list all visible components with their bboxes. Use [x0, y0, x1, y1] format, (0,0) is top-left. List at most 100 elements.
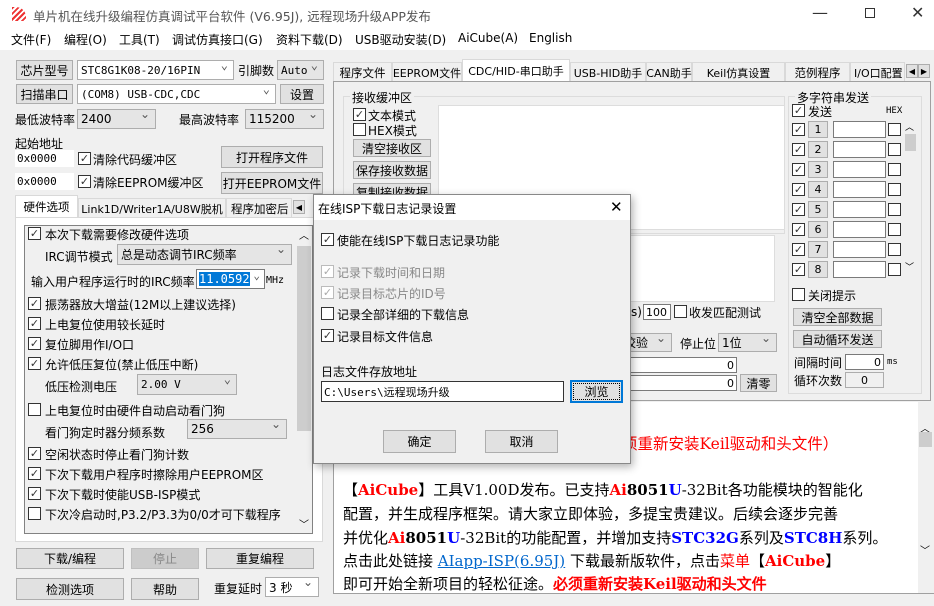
dialog-close-icon[interactable]: ✕ [610, 198, 623, 216]
send-row-button[interactable]: 3 [808, 161, 828, 178]
scan-port-button[interactable]: 扫描串口 [16, 84, 73, 104]
send-row-input[interactable] [833, 261, 886, 278]
chip-select[interactable]: STC8G1K08-20/16PIN [77, 60, 234, 80]
max-baud-select[interactable]: 115200 [245, 109, 324, 129]
tab-scroll-right-icon[interactable]: ▶ [918, 64, 930, 78]
send-row-input[interactable] [833, 221, 886, 238]
send-row-checkbox[interactable]: ✓ [792, 243, 805, 256]
pins-select[interactable]: Auto [277, 60, 324, 80]
send-row-input[interactable] [833, 141, 886, 158]
send-row-input[interactable] [833, 121, 886, 138]
tab-eeprom-file[interactable]: EEPROM文件 [392, 62, 462, 82]
scroll-up-icon[interactable]: ︿ [905, 120, 914, 133]
auto-loop-button[interactable]: 自动循环发送 [793, 330, 882, 348]
send-textarea[interactable] [620, 235, 775, 302]
idle-wdt-checkbox[interactable]: ✓ [28, 447, 41, 460]
tab-scroll-left-icon[interactable]: ◀ [293, 200, 305, 214]
stopbit-select[interactable]: 1位 [718, 333, 777, 352]
lvr-checkbox[interactable]: ✓ [28, 357, 41, 370]
send-row-hex-checkbox[interactable] [888, 263, 901, 276]
send-rows-scrollbar[interactable]: ︿ ﹀ [904, 120, 917, 278]
send-row-input[interactable] [833, 241, 886, 258]
tab-cdc-serial[interactable]: CDC/HID-串口助手 [462, 59, 570, 82]
lvd-select[interactable]: 2.00 V [137, 374, 237, 395]
options-scrollbar[interactable]: ︿ ﹀ [296, 226, 312, 533]
send-row-button[interactable]: 5 [808, 201, 828, 218]
usb-isp-checkbox[interactable]: ✓ [28, 487, 41, 500]
cancel-button[interactable]: 取消 [485, 430, 558, 453]
close-tip-checkbox[interactable] [792, 288, 805, 301]
enable-log-checkbox[interactable]: ✓ [321, 233, 334, 246]
text-mode-checkbox[interactable]: ✓ [353, 108, 366, 121]
send-row-button[interactable]: 8 [808, 261, 828, 278]
open-eeprom-button[interactable]: 打开EEPROM文件 [221, 172, 323, 194]
settings-button[interactable]: 设置 [280, 84, 324, 104]
close-icon[interactable]: ✕ [911, 3, 924, 22]
menu-english[interactable]: English [529, 31, 572, 45]
menu-downloads[interactable]: 资料下载(D) [276, 31, 343, 48]
clear-code-checkbox[interactable]: ✓ [78, 152, 91, 165]
help-button[interactable]: 帮助 [131, 578, 199, 600]
check-options-button[interactable]: 检测选项 [16, 578, 124, 600]
chip-model-button[interactable]: 芯片型号 [16, 60, 73, 80]
send-row-hex-checkbox[interactable] [888, 203, 901, 216]
hex-mode-checkbox[interactable] [353, 123, 366, 136]
send-row-button[interactable]: 6 [808, 221, 828, 238]
send-row-button[interactable]: 1 [808, 121, 828, 138]
port-select[interactable]: (COM8) USB-CDC,CDC [77, 84, 276, 104]
interval-input[interactable]: 100 [643, 304, 671, 320]
reset-io-checkbox[interactable]: ✓ [28, 337, 41, 350]
send-row-checkbox[interactable]: ✓ [792, 143, 805, 156]
gap-input[interactable]: 0 [845, 354, 884, 370]
send-row-hex-checkbox[interactable] [888, 183, 901, 196]
tab-program-file[interactable]: 程序文件 [333, 62, 392, 82]
ok-button[interactable]: 确定 [383, 430, 456, 453]
tab-scroll-left-icon[interactable]: ◀ [906, 64, 918, 78]
cold-start-checkbox[interactable] [28, 507, 41, 520]
record-detail-checkbox[interactable] [321, 307, 334, 320]
long-delay-checkbox[interactable]: ✓ [28, 317, 41, 330]
minimize-icon[interactable]: — [812, 3, 828, 22]
modify-hw-checkbox[interactable]: ✓ [28, 227, 41, 240]
tab-encrypt[interactable]: 程序加密后 [226, 198, 292, 218]
open-program-button[interactable]: 打开程序文件 [221, 146, 323, 168]
menu-tools[interactable]: 工具(T) [119, 31, 160, 48]
send-row-hex-checkbox[interactable] [888, 143, 901, 156]
clear-count-button[interactable]: 清零 [740, 374, 777, 392]
irc-mode-select[interactable]: 总是动态调节IRC频率 [117, 244, 292, 265]
send-row-checkbox[interactable]: ✓ [792, 223, 805, 236]
send-row-input[interactable] [833, 161, 886, 178]
send-row-checkbox[interactable]: ✓ [792, 163, 805, 176]
send-row-input[interactable] [833, 181, 886, 198]
send-row-hex-checkbox[interactable] [888, 163, 901, 176]
tab-can[interactable]: CAN助手 [646, 62, 692, 82]
scroll-down-icon[interactable]: ﹀ [299, 516, 309, 531]
menu-program[interactable]: 编程(O) [64, 31, 107, 48]
download-button[interactable]: 下载/编程 [16, 548, 124, 569]
news-scrollbar[interactable]: ︿ ﹀ [918, 402, 933, 593]
stop-button[interactable]: 停止 [131, 548, 199, 569]
save-receive-button[interactable]: 保存接收数据 [353, 161, 431, 179]
clear-eeprom-checkbox[interactable]: ✓ [78, 175, 91, 188]
tab-hardware-options[interactable]: 硬件选项 [15, 195, 78, 218]
log-path-input[interactable]: C:\Users\远程现场升级 [321, 381, 564, 402]
scroll-thumb[interactable] [919, 432, 932, 447]
record-file-checkbox[interactable]: ✓ [321, 329, 334, 342]
menu-file[interactable]: 文件(F) [11, 31, 51, 48]
scroll-thumb[interactable] [297, 246, 311, 431]
scroll-thumb[interactable] [905, 134, 916, 151]
maximize-icon[interactable] [865, 8, 875, 18]
download-link[interactable]: AIapp-ISP(6.95J) [438, 552, 565, 570]
send-row-checkbox[interactable]: ✓ [792, 183, 805, 196]
wdt-div-select[interactable]: 256 [187, 419, 287, 439]
send-row-checkbox[interactable]: ✓ [792, 123, 805, 136]
send-row-button[interactable]: 4 [808, 181, 828, 198]
send-all-checkbox[interactable]: ✓ [792, 104, 805, 117]
menu-usb-driver[interactable]: USB驱动安装(D) [355, 31, 446, 48]
tab-io-config[interactable]: I/O口配置 [850, 62, 905, 82]
scroll-down-icon[interactable]: ﹀ [920, 542, 930, 557]
match-test-checkbox[interactable] [674, 305, 687, 318]
clear-all-button[interactable]: 清空全部数据 [793, 308, 882, 326]
osc-gain-checkbox[interactable]: ✓ [28, 297, 41, 310]
eeprom-address-input[interactable]: 0x0000 [15, 173, 74, 190]
